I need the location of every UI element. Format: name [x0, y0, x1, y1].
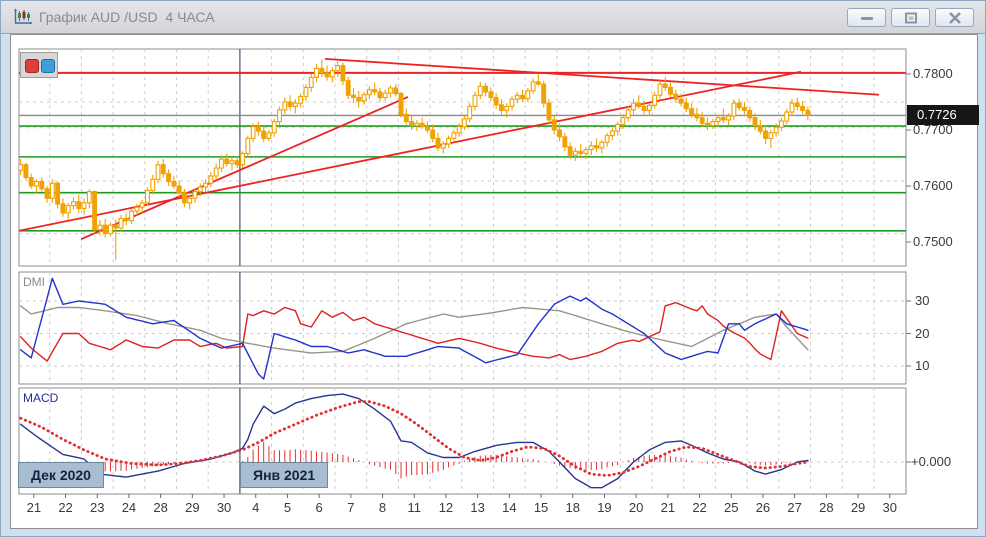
chart-style-box — [20, 52, 58, 78]
day-axis-label: 15 — [528, 500, 554, 515]
dmi-tick-label: 20 — [915, 326, 929, 341]
day-axis-label: 29 — [179, 500, 205, 515]
day-axis-label: 21 — [21, 500, 47, 515]
day-axis-label: 6 — [306, 500, 332, 515]
macd-label: MACD — [23, 391, 58, 405]
day-axis-label: 23 — [84, 500, 110, 515]
day-axis-label: 7 — [338, 500, 364, 515]
day-axis-label: 20 — [623, 500, 649, 515]
day-axis-label: 11 — [401, 500, 427, 515]
dmi-label: DMI — [23, 275, 45, 289]
day-axis-label: 28 — [148, 500, 174, 515]
day-axis-label: 25 — [718, 500, 744, 515]
price-tick-label: 0.7500 — [913, 234, 953, 249]
day-axis-label: 21 — [655, 500, 681, 515]
blue-style-button[interactable] — [41, 59, 55, 73]
red-style-button[interactable] — [25, 59, 39, 73]
day-axis-label: 4 — [243, 500, 269, 515]
day-axis-label: 30 — [211, 500, 237, 515]
day-axis-label: 24 — [116, 500, 142, 515]
chart-canvas[interactable] — [1, 1, 986, 537]
chart-window: График AUD /USD 4 ЧАСА DMI MACD 0.78000.… — [0, 0, 986, 537]
month-label-dec-2020: Дек 2020 — [18, 462, 104, 488]
dmi-tick-label: 30 — [915, 293, 929, 308]
panel-frame — [19, 388, 906, 494]
day-axis-label: 18 — [560, 500, 586, 515]
day-axis-label: 14 — [496, 500, 522, 515]
day-axis-label: 29 — [845, 500, 871, 515]
day-axis-label: 19 — [591, 500, 617, 515]
price-tick-label: 0.7800 — [913, 66, 953, 81]
price-tick-label: 0.7600 — [913, 178, 953, 193]
day-axis-label: 5 — [274, 500, 300, 515]
day-axis-label: 22 — [53, 500, 79, 515]
macd-zero-label: +0.000 — [911, 454, 951, 469]
day-axis-label: 22 — [687, 500, 713, 515]
dmi-tick-label: 10 — [915, 358, 929, 373]
day-axis-label: 12 — [433, 500, 459, 515]
day-axis-label: 26 — [750, 500, 776, 515]
panel-frame — [19, 272, 906, 384]
day-axis-label: 28 — [813, 500, 839, 515]
day-axis-label: 8 — [370, 500, 396, 515]
day-axis-label: 13 — [465, 500, 491, 515]
day-axis-label: 27 — [782, 500, 808, 515]
month-label-jan-2021: Янв 2021 — [240, 462, 328, 488]
day-axis-label: 30 — [877, 500, 903, 515]
current-price-tag: 0.7726 — [907, 105, 979, 125]
